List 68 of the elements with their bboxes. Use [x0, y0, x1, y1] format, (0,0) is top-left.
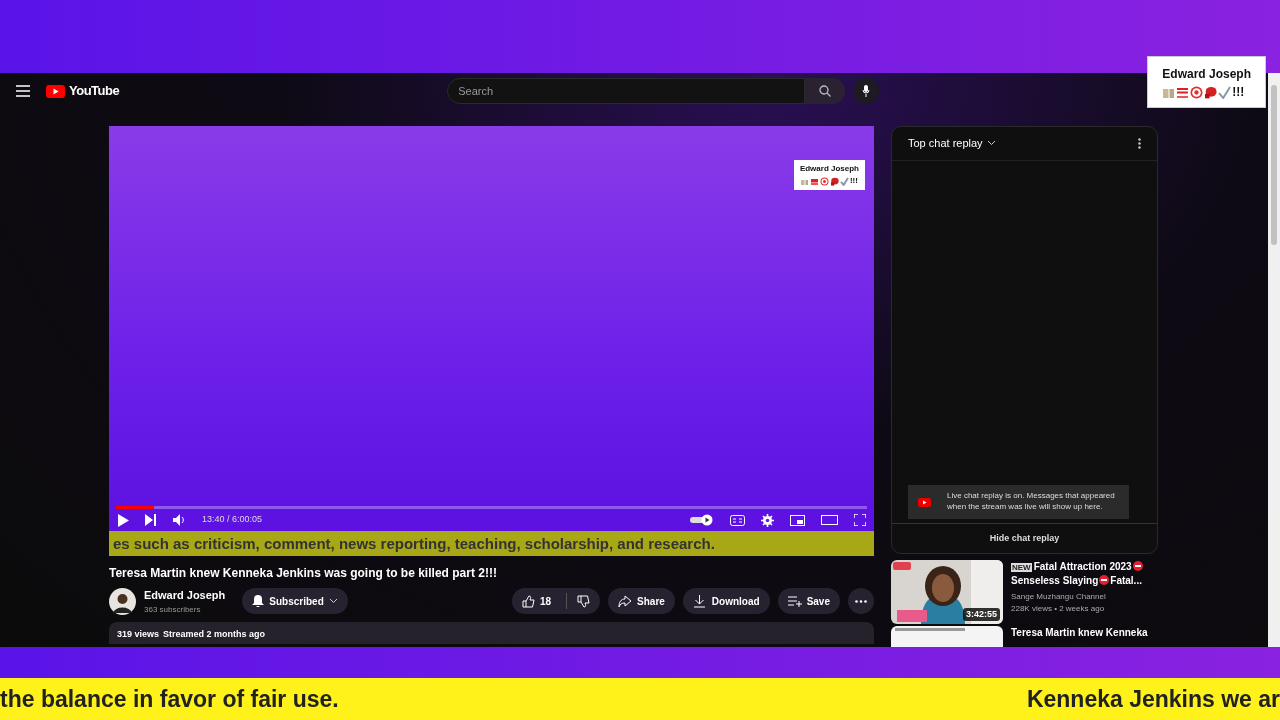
video-title: Teresa Martin knew Kenneka Jenkins was going to be killed part 2!!! [109, 565, 498, 582]
progress-track[interactable] [116, 506, 867, 509]
fullscreen-icon[interactable] [854, 514, 866, 526]
target-icon [1190, 85, 1204, 99]
description-box[interactable]: 319 views Streamed 2 months ago [109, 621, 874, 644]
title-text: Fatal... [1110, 574, 1142, 586]
bell-icon [252, 595, 265, 608]
next-icon[interactable] [145, 514, 157, 526]
save-button[interactable]: Save [777, 588, 840, 615]
chat-notice: Live chat replay is on. Messages that appeared when the stream was live will show up here. [947, 491, 1116, 513]
microphone-icon [862, 85, 871, 97]
menu-icon[interactable] [16, 85, 30, 97]
no-entry-icon [1132, 561, 1143, 571]
volume-icon[interactable] [173, 514, 186, 526]
save-to-playlist-icon [787, 594, 802, 608]
youtube-icon [918, 497, 931, 507]
play-logo-icon [46, 84, 65, 98]
youtube-logo[interactable]: YouTube [46, 81, 120, 101]
ticker-text: the balance in favor of fair use. [0, 685, 339, 714]
more-icon [855, 599, 867, 603]
theater-mode-icon[interactable] [821, 515, 838, 525]
new-badge: NEW [1011, 563, 1032, 572]
caption-text: es such as criticism, comment, news reporting, teaching, scholarship, and research. [109, 531, 874, 556]
share-icon [618, 594, 633, 608]
target-icon [819, 176, 829, 186]
more-button[interactable] [848, 588, 874, 615]
title-text: Senseless Slaying [1011, 574, 1099, 586]
check-icon [839, 176, 849, 186]
chevron-down-icon [986, 140, 996, 147]
stream-date: Streamed 2 months ago [163, 627, 266, 638]
share-button[interactable]: Share [608, 588, 675, 615]
download-button[interactable]: Download [682, 588, 770, 615]
download-icon [692, 594, 707, 608]
no-entry-icon [1099, 574, 1110, 585]
chat-mode-dropdown[interactable]: Top chat replay [908, 135, 996, 152]
title-text: Teresa Martin knew Kenneka [1011, 627, 1148, 638]
settings-icon[interactable] [761, 513, 774, 527]
check-icon [1218, 85, 1232, 99]
search-icon [819, 85, 832, 97]
captions-icon[interactable] [730, 514, 745, 526]
search-field[interactable]: Search [447, 78, 806, 104]
channel-name[interactable]: Edward Joseph [144, 587, 226, 604]
channel-name[interactable]: Sange Muzhangu Channel [1011, 591, 1158, 604]
time-display: 13:40 / 6:00:05 [202, 513, 263, 527]
view-count: 319 views [117, 627, 160, 638]
thumbs-down-icon [577, 594, 591, 608]
video-stats: 228K views • 2 weeks ago [1011, 603, 1106, 616]
title-text: Fatal Attraction 2023 [1033, 561, 1132, 572]
chevron-down-icon [328, 598, 338, 605]
microphone-button[interactable] [853, 78, 880, 104]
ticker-text: Kenneka Jenkins we ar [1026, 685, 1280, 714]
miniplayer-icon[interactable] [790, 514, 805, 526]
subscriber-count: 363 subscribers [144, 603, 202, 616]
channel-name: Edward Joseph [1162, 66, 1251, 83]
hide-chat-button[interactable]: Hide chat replay [892, 523, 1157, 553]
exclamation-text: !!! [1232, 84, 1245, 101]
autoplay-toggle-icon[interactable] [690, 514, 714, 526]
more-vertical-icon[interactable] [1138, 137, 1141, 149]
avatar-icon[interactable] [109, 587, 136, 615]
thumbs-up-icon [521, 594, 535, 608]
scrollbar-thumb[interactable] [1271, 85, 1277, 245]
exclamation-text: !!! [849, 175, 858, 187]
video-player[interactable]: Edward Joseph !!! 13:40 / 6:00:05 es such as criticism, comment, news reporting, teaching, scholarship, and research. [109, 126, 874, 556]
subscribed-button[interactable]: Subscribed [242, 588, 348, 615]
search-button[interactable] [805, 78, 846, 104]
play-icon[interactable] [117, 513, 129, 527]
scrollbar[interactable] [1268, 73, 1280, 647]
channel-name: Edward Joseph [799, 163, 859, 175]
